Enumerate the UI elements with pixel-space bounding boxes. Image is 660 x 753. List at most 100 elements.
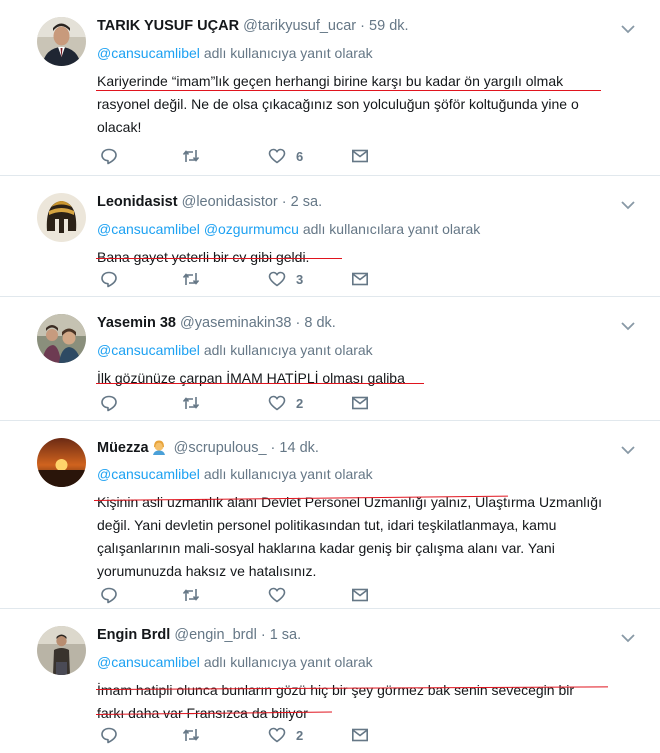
- reply-button[interactable]: [100, 393, 118, 413]
- tweet-line: Kişinin asli uzmanlık alanı Devlet Perso…: [97, 494, 602, 510]
- message-button[interactable]: [351, 269, 369, 289]
- display-name[interactable]: Engin Brdl: [97, 627, 170, 643]
- mention-link[interactable]: @cansucamlibel: [97, 342, 200, 358]
- user-handle[interactable]: @scrupulous_: [174, 440, 267, 456]
- message-button[interactable]: [351, 725, 369, 745]
- red-underline-annotation: [96, 383, 424, 384]
- tweet-actions: 6: [100, 146, 400, 166]
- reply-button[interactable]: [100, 146, 118, 166]
- reply-feed: TARIK YUSUF UÇAR @tarikyusuf_ucar · 59 d…: [0, 0, 660, 753]
- mention-link[interactable]: @cansucamlibel: [97, 221, 200, 237]
- heart-icon: [268, 271, 286, 287]
- like-count: 6: [296, 148, 304, 164]
- tweet-text: Kariyerinde “imam”lık geçen herhangi bir…: [97, 70, 627, 139]
- like-count: 2: [296, 395, 304, 411]
- separator-dot: ·: [270, 440, 276, 456]
- message-button[interactable]: [351, 393, 369, 413]
- reply-label: adlı kullanıcıya yanıt olarak: [203, 342, 373, 358]
- user-handle[interactable]: @yaseminakin38: [180, 315, 291, 331]
- display-name[interactable]: Yasemin 38: [97, 315, 176, 331]
- red-underline-annotation: [96, 90, 601, 91]
- like-button[interactable]: [268, 585, 296, 605]
- display-name[interactable]: Müezza: [97, 440, 149, 456]
- retweet-button[interactable]: [182, 269, 200, 289]
- heart-icon: [268, 148, 286, 164]
- reply-icon: [101, 271, 117, 288]
- retweet-button[interactable]: [182, 585, 200, 605]
- reply-label: adlı kullanıcılara yanıt olarak: [302, 221, 481, 237]
- timestamp[interactable]: 8 dk.: [304, 315, 335, 331]
- man-in-suit-avatar[interactable]: [37, 17, 86, 66]
- reply-icon: [101, 148, 117, 165]
- tweet-header: TARIK YUSUF UÇAR @tarikyusuf_ucar · 59 d…: [97, 18, 409, 34]
- retweet-icon: [182, 729, 200, 741]
- retweet-icon: [182, 273, 200, 285]
- reply-context: @cansucamlibel @ozgurmumcu adlı kullanıc…: [97, 221, 480, 237]
- display-name[interactable]: TARIK YUSUF UÇAR: [97, 18, 239, 34]
- reply-button[interactable]: [100, 269, 118, 289]
- mention-link[interactable]: @cansucamlibel: [97, 45, 200, 61]
- retweet-button[interactable]: [182, 393, 200, 413]
- reply-label: adlı kullanıcıya yanıt olarak: [203, 654, 373, 670]
- like-button[interactable]: 6: [268, 146, 303, 166]
- envelope-icon: [351, 588, 368, 602]
- like-count: 2: [296, 727, 304, 743]
- separator-dot: ·: [281, 194, 287, 210]
- user-handle[interactable]: @leonidasistor: [182, 194, 278, 210]
- chevron-down-icon[interactable]: [621, 200, 635, 210]
- message-button[interactable]: [351, 585, 369, 605]
- tweet-line: İmam hatipli olunca bunların gözü hiç bi…: [97, 682, 575, 698]
- mention-link[interactable]: @cansucamlibel: [97, 654, 200, 670]
- user-handle[interactable]: @engin_brdl: [174, 627, 256, 643]
- reply-label: adlı kullanıcıya yanıt olarak: [203, 45, 373, 61]
- reply-icon: [101, 587, 117, 604]
- retweet-button[interactable]: [182, 146, 200, 166]
- mention-link[interactable]: @cansucamlibel: [97, 466, 200, 482]
- retweet-icon: [182, 397, 200, 409]
- standing-man-avatar[interactable]: [37, 626, 86, 675]
- sunset-avatar[interactable]: [37, 438, 86, 487]
- tweet-header: Leonidasist @leonidasistor · 2 sa.: [97, 194, 322, 210]
- chevron-down-icon[interactable]: [621, 321, 635, 331]
- reply-context: @cansucamlibel adlı kullanıcıya yanıt ol…: [97, 466, 373, 482]
- tweet[interactable]: Yasemin 38 @yaseminakin38 · 8 dk. @cansu…: [0, 297, 660, 421]
- timestamp[interactable]: 2 sa.: [291, 194, 322, 210]
- separator-dot: ·: [360, 18, 366, 34]
- reply-icon: [101, 395, 117, 412]
- group-photo-avatar[interactable]: [37, 314, 86, 363]
- tweet[interactable]: Müezza @scrupulous_ · 14 dk. @cansucamli…: [0, 421, 660, 609]
- message-button[interactable]: [351, 146, 369, 166]
- tweet[interactable]: TARIK YUSUF UÇAR @tarikyusuf_ucar · 59 d…: [0, 0, 660, 176]
- mention-link[interactable]: @ozgurmumcu: [204, 221, 299, 237]
- reply-context: @cansucamlibel adlı kullanıcıya yanıt ol…: [97, 342, 373, 358]
- tweet-header: Müezza @scrupulous_ · 14 dk.: [97, 439, 319, 456]
- tweet[interactable]: Engin Brdl @engin_brdl · 1 sa. @cansucam…: [0, 609, 660, 753]
- tweet-line: değil. Yani devletin personel politikası…: [97, 517, 557, 533]
- spartan-helmet-avatar[interactable]: [37, 193, 86, 242]
- heart-icon: [268, 727, 286, 743]
- reply-icon: [101, 727, 117, 744]
- reply-label: adlı kullanıcıya yanıt olarak: [203, 466, 373, 482]
- heart-icon: [268, 395, 286, 411]
- tweet-header: Yasemin 38 @yaseminakin38 · 8 dk.: [97, 315, 336, 331]
- retweet-button[interactable]: [182, 725, 200, 745]
- like-button[interactable]: 3: [268, 269, 303, 289]
- tweet[interactable]: Leonidasist @leonidasistor · 2 sa. @cans…: [0, 176, 660, 297]
- timestamp[interactable]: 14 dk.: [279, 440, 319, 456]
- like-button[interactable]: 2: [268, 725, 303, 745]
- chevron-down-icon[interactable]: [621, 24, 635, 34]
- display-name[interactable]: Leonidasist: [97, 194, 178, 210]
- timestamp[interactable]: 59 dk.: [369, 18, 409, 34]
- tweet-actions: 2: [100, 393, 400, 413]
- user-handle[interactable]: @tarikyusuf_ucar: [243, 18, 356, 34]
- reply-button[interactable]: [100, 725, 118, 745]
- tweet-line: rasyonel değil. Ne de olsa çıkacağınız s…: [97, 96, 579, 112]
- chevron-down-icon[interactable]: [621, 445, 635, 455]
- tweet-line: olacak!: [97, 119, 142, 135]
- chevron-down-icon[interactable]: [621, 633, 635, 643]
- timestamp[interactable]: 1 sa.: [270, 627, 301, 643]
- envelope-icon: [351, 728, 368, 742]
- reply-button[interactable]: [100, 585, 118, 605]
- tweet-actions: 3: [100, 269, 400, 289]
- like-button[interactable]: 2: [268, 393, 303, 413]
